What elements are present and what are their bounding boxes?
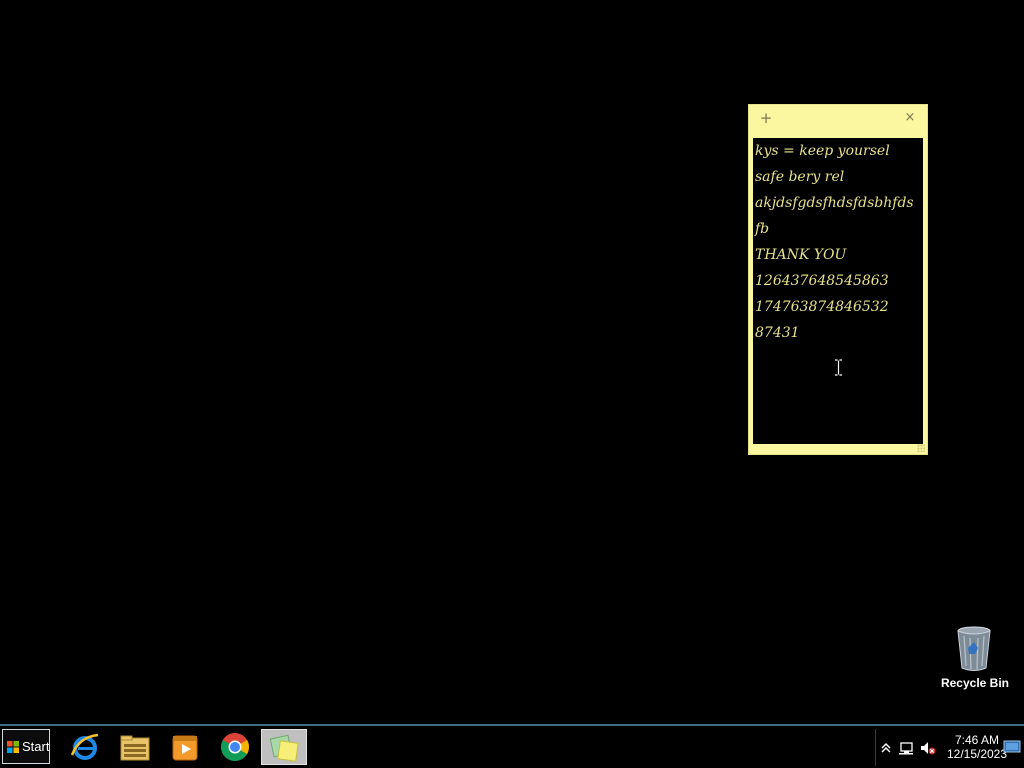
recycle-bin-label: Recycle Bin (940, 676, 1010, 690)
taskbar-media-player[interactable] (162, 729, 208, 765)
chrome-icon (221, 733, 249, 761)
start-button[interactable]: Start (2, 729, 50, 764)
start-label: Start (22, 739, 50, 754)
note-line: kys = keep yoursel (755, 143, 890, 159)
note-line: akjdsfgdsfhdsfdsbhfds (755, 195, 914, 211)
resize-grip[interactable] (917, 444, 925, 452)
note-line: 174763874846532 (755, 299, 889, 315)
close-note-button[interactable]: × (903, 109, 917, 127)
taskbar: Start 7:46 AM 12/15/2023 (0, 724, 1024, 768)
network-icon[interactable] (898, 740, 914, 756)
show-desktop-icon[interactable] (1003, 740, 1021, 754)
note-line: 126437648545863 (755, 273, 889, 289)
recycle-bin[interactable]: Recycle Bin (936, 624, 1014, 694)
clock-time: 7:46 AM (954, 733, 1000, 747)
recycle-bin-icon (957, 626, 991, 671)
sticky-note-header[interactable]: + × (749, 105, 927, 135)
internet-explorer-icon (70, 733, 99, 760)
note-line: THANK YOU (755, 247, 847, 263)
note-line: 87431 (755, 325, 800, 341)
system-tray: 7:46 AM 12/15/2023 (875, 729, 1024, 766)
folder-icon (120, 735, 150, 761)
show-hidden-icons-chevron[interactable] (878, 740, 894, 756)
note-line: safe bery rel (755, 169, 845, 185)
desktop: + × kys = keep yoursel safe bery rel akj… (0, 0, 1024, 724)
taskbar-sticky-notes[interactable] (261, 729, 307, 765)
sticky-notes-icon (269, 734, 299, 762)
volume-muted-icon[interactable] (920, 740, 936, 756)
clock[interactable]: 7:46 AM 12/15/2023 (944, 733, 1010, 761)
taskbar-file-explorer[interactable] (112, 729, 158, 765)
note-line: fb (755, 221, 770, 237)
sticky-note-text-area[interactable]: kys = keep yoursel safe bery rel akjdsfg… (753, 138, 923, 444)
text-cursor-icon (835, 359, 842, 376)
taskbar-chrome[interactable] (212, 729, 258, 765)
clock-date: 12/15/2023 (946, 747, 1008, 761)
windows-logo-icon (7, 741, 19, 753)
taskbar-internet-explorer[interactable] (62, 729, 108, 765)
sticky-note-window[interactable]: + × kys = keep yoursel safe bery rel akj… (748, 104, 928, 455)
media-player-icon (172, 735, 198, 761)
add-note-button[interactable]: + (759, 109, 773, 127)
